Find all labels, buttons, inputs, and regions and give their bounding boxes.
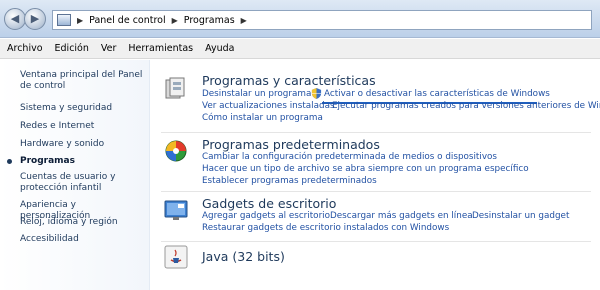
link-installed-updates[interactable]: Ver actualizaciones instaladas [202,101,335,111]
breadcrumb-item-panel[interactable]: Panel de control [89,15,165,26]
menu-archivo[interactable]: Archivo [7,43,43,54]
menu-bar: Archivo Edición Ver Herramientas Ayuda [0,39,600,59]
shield-icon [311,88,322,99]
address-field[interactable]: ▶ Panel de control ▶ Programas ▶ [52,10,592,30]
menu-edicion[interactable]: Edición [55,43,89,54]
breadcrumb-separator-icon[interactable]: ▶ [172,16,178,25]
section-title[interactable]: Programas y características [202,73,376,88]
divider [161,241,591,242]
section-default-programs: Programas predeterminados Cambiar la con… [156,135,596,191]
divider [161,132,591,133]
gadgets-icon[interactable] [164,198,188,222]
link-uninstall-gadget[interactable]: Desinstalar un gadget [472,211,569,221]
java-icon[interactable] [164,245,188,269]
menu-herramientas[interactable]: Herramientas [128,43,193,54]
back-arrow-icon[interactable]: ◀ [4,8,26,30]
content-area: Programas y características Desinstalar … [151,60,600,290]
programs-icon[interactable] [164,76,188,100]
section-gadgets: Gadgets de escritorio Agregar gadgets al… [156,194,596,242]
link-uninstall-program[interactable]: Desinstalar un programa [202,89,311,99]
link-how-to-install[interactable]: Cómo instalar un programa [202,113,323,123]
link-set-default[interactable]: Establecer programas predeterminados [202,176,377,186]
link-download-gadgets[interactable]: Descargar más gadgets en línea [330,211,473,221]
link-default-media[interactable]: Cambiar la configuración predeterminada … [202,152,497,162]
default-programs-icon[interactable] [164,139,188,163]
sidebar-item-clock[interactable]: Reloj, idioma y región [20,217,145,228]
divider [161,191,591,192]
sidebar-item-programs[interactable]: Programas [20,156,145,167]
link-restore-gadgets[interactable]: Restaurar gadgets de escritorio instalad… [202,223,449,233]
menu-ver[interactable]: Ver [101,43,117,54]
section-title[interactable]: Gadgets de escritorio [202,196,336,211]
sidebar-item-accessibility[interactable]: Accesibilidad [20,234,145,245]
sidebar-item-system[interactable]: Sistema y seguridad [20,103,145,114]
sidebar-item-hardware[interactable]: Hardware y sonido [20,139,145,150]
link-compatibility[interactable]: Ejecutar programas creados para versione… [332,101,600,111]
section-java: Java (32 bits) [156,245,596,275]
address-bar-area: ◀ ▶ ▶ Panel de control ▶ Programas ▶ [0,0,600,38]
breadcrumb-item-programas[interactable]: Programas [184,15,235,26]
control-panel-icon [57,14,71,26]
section-programs-features: Programas y características Desinstalar … [156,70,600,130]
section-title[interactable]: Programas predeterminados [202,137,380,152]
sidebar: Ventana principal del Panel de control S… [0,60,150,290]
menu-ayuda[interactable]: Ayuda [205,43,234,54]
link-add-gadgets[interactable]: Agregar gadgets al escritorio [202,211,330,221]
section-title[interactable]: Java (32 bits) [202,249,285,264]
breadcrumb-separator-icon[interactable]: ▶ [77,16,83,25]
active-bullet-icon [7,159,12,164]
sidebar-item-users[interactable]: Cuentas de usuario y protección infantil [20,172,145,194]
forward-arrow-icon[interactable]: ▶ [24,8,46,30]
sidebar-item-home[interactable]: Ventana principal del Panel de control [20,70,145,92]
breadcrumb-separator-icon[interactable]: ▶ [241,16,247,25]
link-file-type[interactable]: Hacer que un tipo de archivo se abra sie… [202,164,529,174]
link-windows-features[interactable]: Activar o desactivar las características… [324,89,550,99]
sidebar-item-network[interactable]: Redes e Internet [20,121,145,132]
